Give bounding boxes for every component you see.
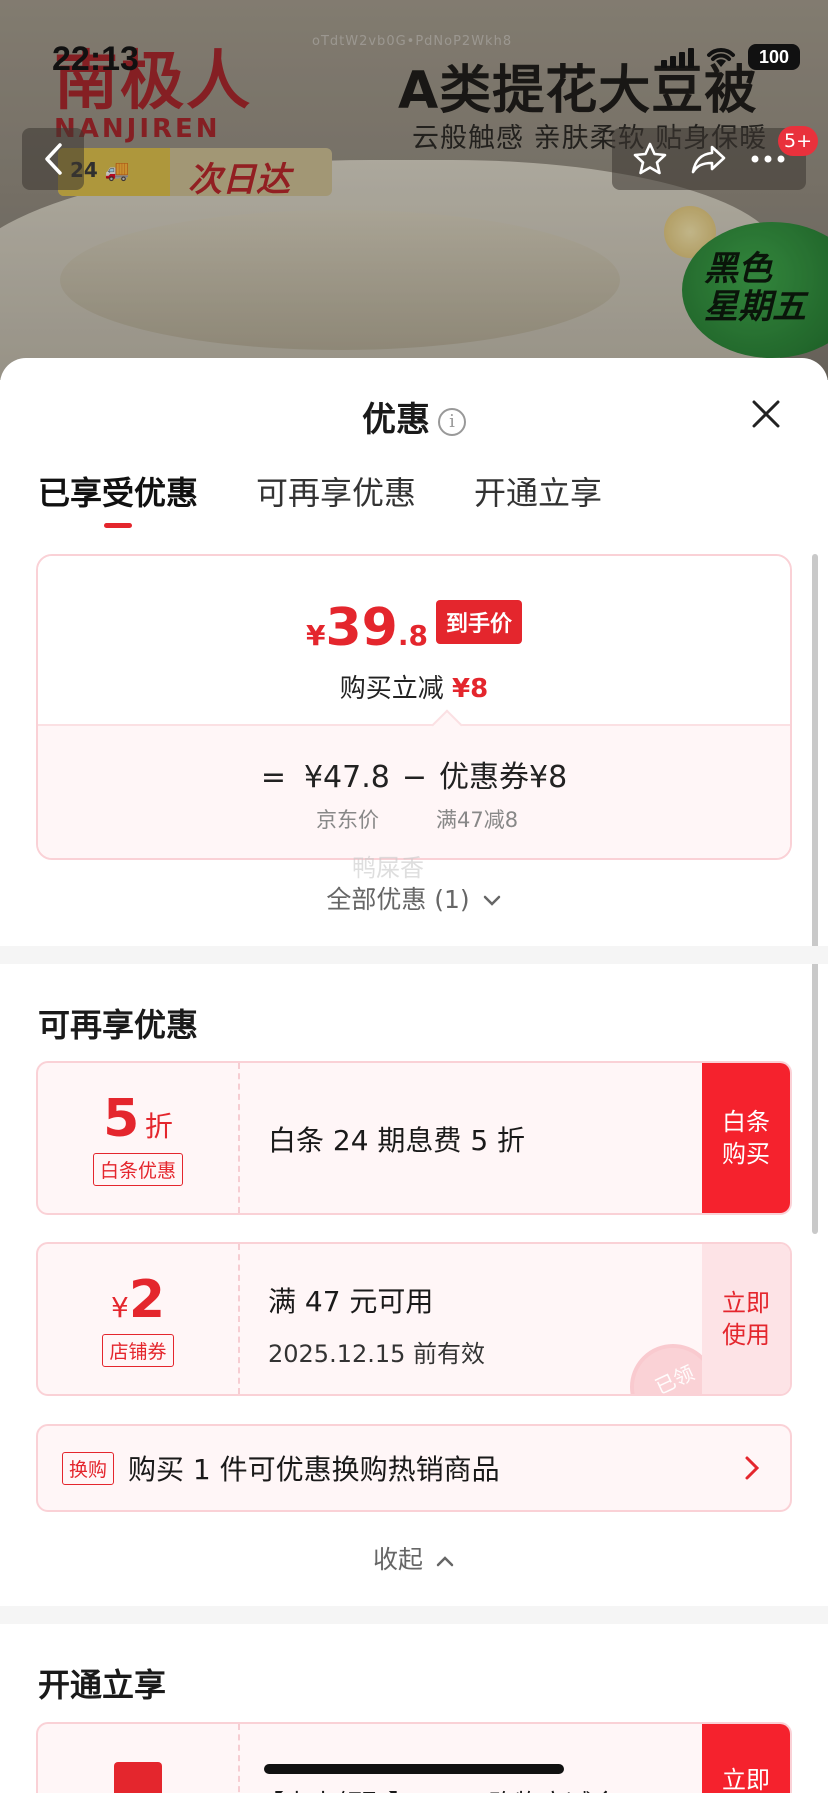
price-formula: = ¥47.8− 优惠券¥8 xyxy=(260,760,568,795)
coupon-type-label: 白条优惠 xyxy=(92,1153,183,1186)
coupon-icon xyxy=(114,1762,162,1793)
section-divider xyxy=(0,946,828,964)
cart-badge: 5+ xyxy=(778,126,819,156)
baitiao-coupon: 5 折 白条优惠 白条 24 期息费 5 折 白条 购买 xyxy=(36,1061,792,1215)
swap-text: 购买 1 件可优惠换购热销商品 xyxy=(128,1453,500,1486)
offers-sheet: 优惠 i 已享受优惠 可再享优惠 开通立享 ¥39.8 到手价 购买立减 ¥8 = ¥… xyxy=(0,358,828,1793)
instant-discount: 购买立减 ¥8 xyxy=(339,674,489,704)
coupon-rule: 满47减8 xyxy=(436,808,519,832)
coupon-expiry: 2025.12.15 前有效 xyxy=(268,1340,486,1368)
share-icon xyxy=(691,145,726,174)
tab-open-to-enjoy[interactable]: 开通立享 xyxy=(474,468,602,528)
swap-offer-row[interactable]: 换购 购买 1 件可优惠换购热销商品 xyxy=(36,1424,792,1512)
tab-more-offers[interactable]: 可再享优惠 xyxy=(256,468,416,528)
swap-tag: 换购 xyxy=(62,1451,115,1485)
star-icon xyxy=(633,142,666,175)
sheet-title: 优惠 i xyxy=(0,392,828,441)
favorite-button[interactable] xyxy=(628,137,672,181)
signal-icon xyxy=(661,46,694,68)
final-price: ¥39.8 到手价 xyxy=(38,598,790,658)
more-icon xyxy=(751,155,785,163)
baitiao-buy-button[interactable]: 白条 购买 xyxy=(702,1063,790,1213)
home-indicator[interactable] xyxy=(264,1764,564,1774)
watermark-text: 鸭屎香 xyxy=(352,854,424,882)
section-divider xyxy=(0,1606,828,1624)
open-to-enjoy-card: 【点击领取】¥100 购物立减金 立即 xyxy=(36,1722,792,1793)
collapse-link[interactable]: 收起 xyxy=(0,1540,828,1576)
all-offers-link[interactable]: 全部优惠 (1) xyxy=(0,880,828,916)
final-price-tag: 到手价 xyxy=(435,600,522,644)
status-time: 22:13 xyxy=(52,40,139,78)
section-title-more-offers: 可再享优惠 xyxy=(38,1006,199,1044)
battery-icon: 100 xyxy=(748,44,800,70)
chevron-up-icon xyxy=(436,1556,454,1567)
offer-tabs: 已享受优惠 可再享优惠 开通立享 xyxy=(38,468,602,528)
chevron-left-icon xyxy=(45,143,62,175)
use-now-button[interactable]: 立即 使用 xyxy=(702,1244,790,1394)
open-card-desc: 【点击领取】¥100 购物立减金 xyxy=(258,1784,618,1793)
claim-button[interactable]: 立即 xyxy=(702,1724,790,1793)
share-button[interactable] xyxy=(687,137,731,181)
chevron-down-icon xyxy=(483,895,500,906)
jd-price-label: 京东价 xyxy=(316,808,379,832)
coupon-type-label: 店铺券 xyxy=(102,1334,174,1367)
wifi-icon xyxy=(707,48,735,67)
final-price-card: ¥39.8 到手价 购买立减 ¥8 = ¥47.8− 优惠券¥8 京东价 满47减8 xyxy=(36,554,792,860)
coupon-desc: 满 47 元可用 xyxy=(268,1285,434,1318)
status-icons: 100 xyxy=(661,44,800,70)
info-icon[interactable]: i xyxy=(438,407,466,436)
shop-coupon: ¥2 店铺券 满 47 元可用 2025.12.15 前有效 已领 立即 使用 xyxy=(36,1242,792,1396)
coupon-desc: 白条 24 期息费 5 折 xyxy=(268,1124,526,1157)
close-button[interactable] xyxy=(746,394,786,434)
nav-actions xyxy=(612,128,806,190)
chevron-right-icon xyxy=(745,1456,760,1480)
section-title-open-to-enjoy: 开通立享 xyxy=(38,1666,167,1704)
back-button[interactable] xyxy=(22,128,84,190)
tab-enjoyed[interactable]: 已享受优惠 xyxy=(38,468,198,528)
